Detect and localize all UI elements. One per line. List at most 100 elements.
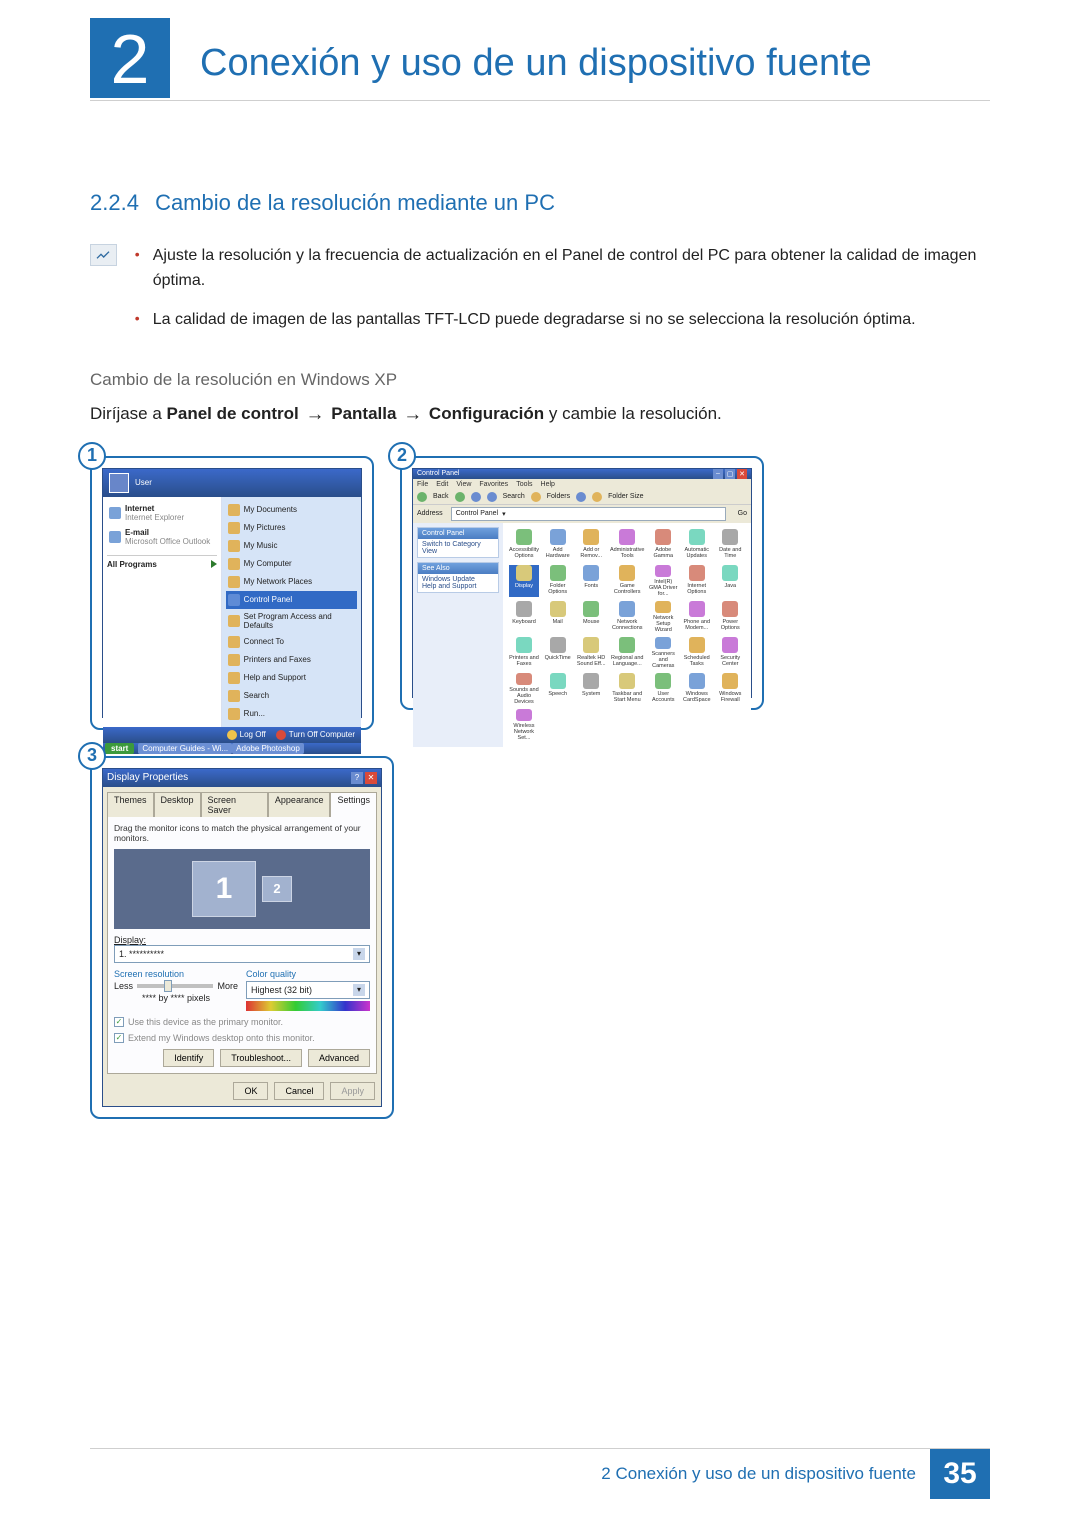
close-button[interactable]: ✕ [737, 469, 747, 479]
control-panel-item[interactable]: Network Connections [610, 601, 645, 633]
switch-view-link[interactable]: Switch to Category View [418, 539, 498, 557]
see-also-link[interactable]: Help and Support [422, 583, 494, 590]
start-menu-item[interactable]: Printers and Faxes [226, 651, 357, 669]
control-panel-item[interactable]: Network Setup Wizard [649, 601, 679, 633]
start-menu-item[interactable]: E-mailMicrosoft Office Outlook [107, 525, 217, 549]
menu-item[interactable]: File [417, 481, 428, 488]
taskbar-item[interactable]: Computer Guides - Wi... [138, 743, 232, 754]
menu-item[interactable]: Edit [436, 481, 448, 488]
start-menu-item[interactable]: My Pictures [226, 519, 357, 537]
menu-item[interactable]: Favorites [479, 481, 508, 488]
control-panel-item[interactable]: Taskbar and Start Menu [610, 673, 645, 705]
start-menu-left-pane: InternetInternet ExplorerE-mailMicrosoft… [103, 497, 222, 727]
control-panel-item[interactable]: Automatic Updates [682, 529, 712, 561]
start-menu-item[interactable]: My Documents [226, 501, 357, 519]
control-panel-item[interactable]: Scanners and Cameras [649, 637, 679, 669]
control-panel-item[interactable]: Fonts [576, 565, 606, 597]
menu-item[interactable]: Help [541, 481, 555, 488]
resolution-slider[interactable]: Less More [114, 981, 238, 991]
control-panel-item[interactable]: Speech [543, 673, 573, 705]
apply-button[interactable]: Apply [330, 1082, 375, 1100]
dialog-tab[interactable]: Settings [330, 792, 377, 817]
start-menu-item[interactable]: InternetInternet Explorer [107, 501, 217, 525]
control-panel-item[interactable]: User Accounts [649, 673, 679, 705]
start-menu-item[interactable]: My Music [226, 537, 357, 555]
control-panel-item[interactable]: Mail [543, 601, 573, 633]
start-menu-item[interactable]: Search [226, 687, 357, 705]
control-panel-item[interactable]: System [576, 673, 606, 705]
control-panel-item[interactable]: Phone and Modem... [682, 601, 712, 633]
taskbar-item[interactable]: Adobe Photoshop [232, 743, 304, 754]
views-icon[interactable] [576, 492, 586, 502]
folders-icon[interactable] [531, 492, 541, 502]
control-panel-item[interactable]: Adobe Gamma [649, 529, 679, 561]
see-also-link[interactable]: Windows Update [422, 576, 494, 583]
address-bar[interactable]: Control Panel ▾ [451, 507, 726, 521]
control-panel-item[interactable]: Folder Options [543, 565, 573, 597]
control-panel-item[interactable]: Keyboard [509, 601, 539, 633]
maximize-button[interactable]: ▢ [725, 469, 735, 479]
control-panel-item[interactable]: Sounds and Audio Devices [509, 673, 539, 705]
control-panel-item[interactable]: Display [509, 565, 539, 597]
control-panel-item[interactable]: Game Controllers [610, 565, 645, 597]
back-icon[interactable] [417, 492, 427, 502]
control-panel-item[interactable]: Intel(R) GMA Driver for... [649, 565, 679, 597]
ok-button[interactable]: OK [233, 1082, 268, 1100]
control-panel-item[interactable]: Regional and Language... [610, 637, 645, 669]
control-panel-item[interactable]: Windows Firewall [716, 673, 746, 705]
menu-item[interactable]: Tools [516, 481, 532, 488]
start-menu-item[interactable]: Help and Support [226, 669, 357, 687]
start-menu-item[interactable]: My Computer [226, 555, 357, 573]
color-quality-dropdown[interactable]: Highest (32 bit)▾ [246, 981, 370, 999]
start-menu-item[interactable]: Control Panel [226, 591, 357, 609]
control-panel-item[interactable]: Add Hardware [543, 529, 573, 561]
search-icon[interactable] [487, 492, 497, 502]
control-panel-item[interactable]: Add or Remov... [576, 529, 606, 561]
control-panel-item[interactable]: Windows CardSpace [682, 673, 712, 705]
dialog-tab[interactable]: Desktop [154, 792, 201, 817]
dialog-tab[interactable]: Appearance [268, 792, 331, 817]
control-panel-item[interactable]: Java [716, 565, 746, 597]
shutdown-button[interactable]: Turn Off Computer [276, 730, 355, 740]
forward-icon[interactable] [455, 492, 465, 502]
user-name: User [135, 478, 152, 487]
start-menu-item[interactable]: Run... [226, 705, 357, 723]
monitor-2-icon[interactable]: 2 [262, 876, 292, 902]
dialog-tab[interactable]: Themes [107, 792, 154, 817]
control-panel-item[interactable]: Internet Options [682, 565, 712, 597]
monitor-1-icon[interactable]: 1 [192, 861, 256, 917]
help-button[interactable]: ? [351, 772, 363, 784]
cancel-button[interactable]: Cancel [274, 1082, 324, 1100]
control-panel-item[interactable]: Realtek HD Sound Eff... [576, 637, 606, 669]
folder-size-icon[interactable] [592, 492, 602, 502]
primary-monitor-checkbox[interactable]: ✓Use this device as the primary monitor. [114, 1017, 370, 1027]
advanced-button[interactable]: Advanced [308, 1049, 370, 1067]
start-button[interactable]: start [105, 743, 134, 754]
control-panel-item[interactable]: Power Options [716, 601, 746, 633]
control-panel-item[interactable]: Printers and Faxes [509, 637, 539, 669]
control-panel-item[interactable]: Accessibility Options [509, 529, 539, 561]
control-panel-item[interactable]: Security Center [716, 637, 746, 669]
minimize-button[interactable]: – [713, 469, 723, 479]
control-panel-item[interactable]: Wireless Network Set... [509, 709, 539, 741]
menu-item[interactable]: View [456, 481, 471, 488]
close-button[interactable]: ✕ [365, 772, 377, 784]
display-dropdown[interactable]: 1. **********▾ [114, 945, 370, 963]
control-panel-item[interactable]: Date and Time [716, 529, 746, 561]
start-menu-item[interactable]: Connect To [226, 633, 357, 651]
control-panel-item[interactable]: Administrative Tools [610, 529, 645, 561]
start-menu-item[interactable]: Set Program Access and Defaults [226, 609, 357, 633]
extend-desktop-checkbox[interactable]: ✓Extend my Windows desktop onto this mon… [114, 1033, 370, 1043]
drag-instruction: Drag the monitor icons to match the phys… [114, 823, 370, 843]
dialog-tab[interactable]: Screen Saver [201, 792, 268, 817]
start-menu-item[interactable]: My Network Places [226, 573, 357, 591]
identify-button[interactable]: Identify [163, 1049, 214, 1067]
up-icon[interactable] [471, 492, 481, 502]
all-programs-button[interactable]: All Programs [107, 555, 217, 569]
troubleshoot-button[interactable]: Troubleshoot... [220, 1049, 302, 1067]
control-panel-item[interactable]: Mouse [576, 601, 606, 633]
monitor-arrangement[interactable]: 1 2 [114, 849, 370, 929]
logoff-button[interactable]: Log Off [227, 730, 266, 740]
control-panel-item[interactable]: QuickTime [543, 637, 573, 669]
control-panel-item[interactable]: Scheduled Tasks [682, 637, 712, 669]
